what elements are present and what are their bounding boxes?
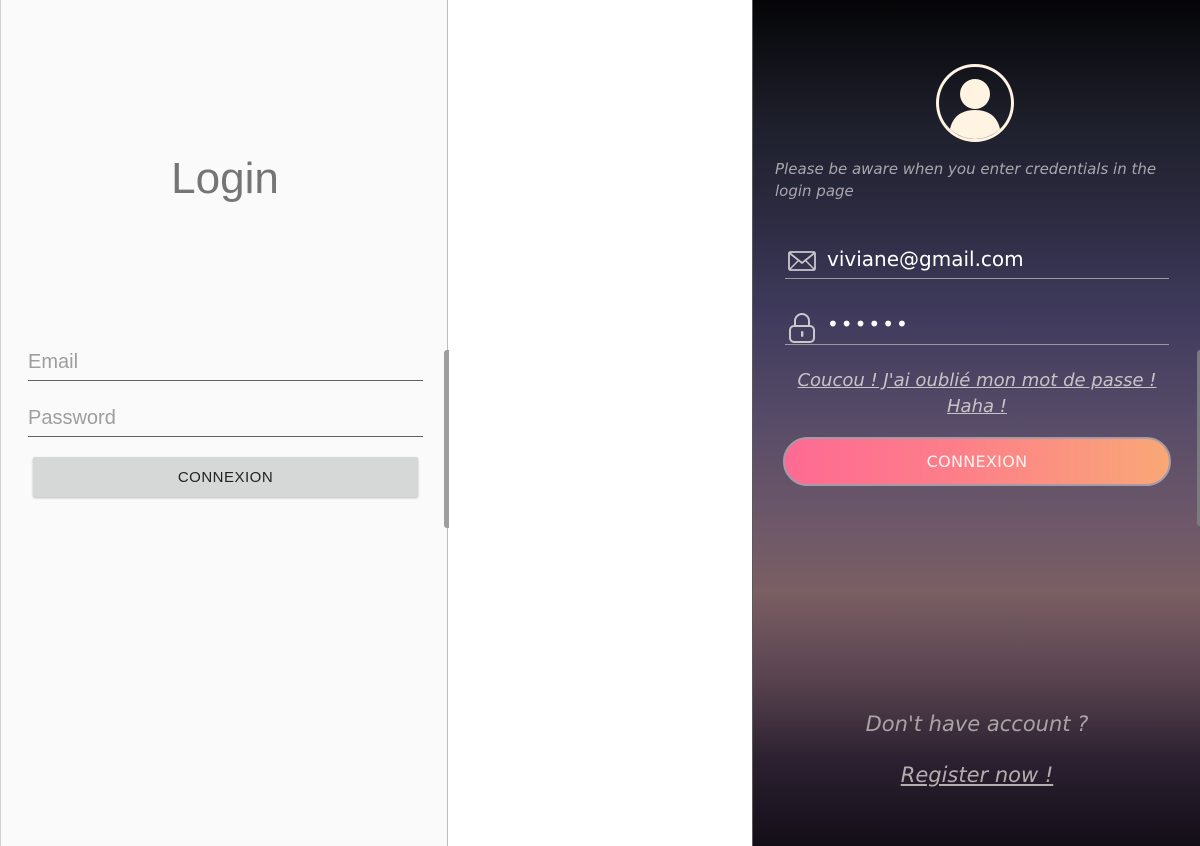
user-avatar-icon	[936, 64, 1014, 142]
password-placeholder: Password	[28, 407, 116, 429]
page-title: Login	[171, 154, 279, 203]
security-notice: Please be aware when you enter credentia…	[775, 160, 1157, 200]
styled-login-screen: Please be aware when you enter credentia…	[752, 0, 1200, 846]
connexion-button[interactable]: CONNEXION	[33, 457, 418, 497]
email-placeholder: Email	[28, 351, 79, 373]
padlock-icon	[787, 312, 817, 343]
password-field[interactable]: Password	[28, 404, 423, 437]
password-field[interactable]: ••••••	[785, 304, 1169, 345]
envelope-icon	[787, 246, 817, 276]
email-field[interactable]: viviane@gmail.com	[785, 238, 1169, 279]
forgot-password-line-2: Haha !	[947, 396, 1007, 417]
email-value: viviane@gmail.com	[827, 247, 1024, 271]
forgot-password-link[interactable]: Coucou ! J'ai oublié mon mot de passe ! …	[793, 368, 1161, 420]
register-link[interactable]: Register now !	[753, 763, 1200, 787]
password-value: ••••••	[827, 312, 910, 336]
no-account-text: Don't have account ?	[865, 712, 1089, 736]
email-field[interactable]: Email	[28, 348, 423, 381]
connexion-button[interactable]: CONNEXION	[783, 437, 1171, 486]
forgot-password-line-1: Coucou ! J'ai oublié mon mot de passe !	[797, 370, 1157, 391]
screens-comparison: Login Email Password CONNEXION Please be…	[0, 0, 1200, 846]
scrollbar[interactable]	[444, 350, 449, 528]
default-login-screen: Login Email Password CONNEXION	[0, 0, 449, 846]
